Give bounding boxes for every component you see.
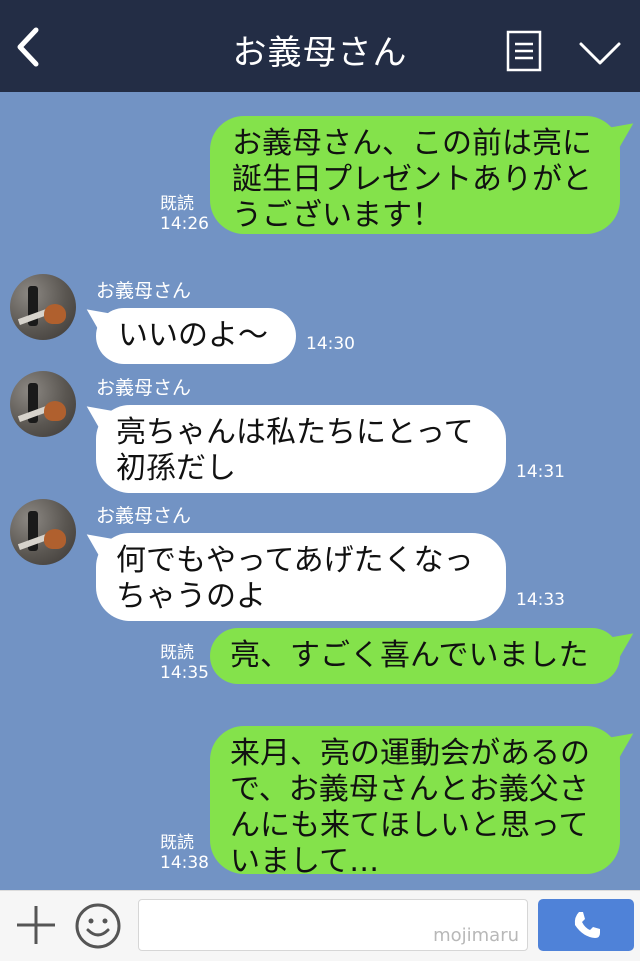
menu-lines-icon (506, 30, 542, 72)
message-time: 14:30 (306, 334, 355, 354)
their-message-bubble: 亮ちゃんは私たちにとって 初孫だし (96, 405, 506, 493)
read-label: 既読 (160, 643, 194, 663)
message-input[interactable]: mojimaru (138, 899, 528, 951)
add-button[interactable] (14, 903, 58, 947)
watermark: mojimaru (433, 925, 519, 946)
their-message-bubble: 何でもやってあげたくなっ ちゃうのよ (96, 533, 506, 621)
avatar[interactable] (10, 274, 76, 340)
read-receipt: 既読 14:26 (160, 194, 209, 234)
call-button[interactable] (538, 899, 634, 951)
sender-name: お義母さん (96, 377, 192, 399)
chat-header: お義母さん (0, 0, 640, 92)
avatar[interactable] (10, 371, 76, 437)
smiley-icon (75, 903, 121, 949)
message-time: 14:33 (516, 590, 565, 610)
read-receipt: 既読 14:38 (160, 833, 209, 873)
sender-name: お義母さん (96, 280, 192, 302)
chat-title: お義母さん (232, 33, 408, 73)
my-message-bubble: 来月、亮の運動会があるの で、お義母さんとお義父さ んにも来てほしいと思って い… (210, 726, 620, 879)
message-time: 14:26 (160, 214, 209, 234)
plus-icon (17, 906, 55, 944)
message-time: 14:31 (516, 462, 565, 482)
read-label: 既読 (160, 194, 194, 214)
my-message-bubble: お義母さん、この前は亮に 誕生日プレゼントありがと うございます！ (210, 116, 620, 234)
read-receipt: 既読 14:35 (160, 643, 209, 683)
message-time: 14:35 (160, 663, 209, 683)
read-label: 既読 (160, 833, 194, 853)
emoji-button[interactable] (74, 902, 122, 950)
chevron-down-icon (579, 42, 621, 65)
my-message-bubble: 亮、すごく喜んでいました (210, 628, 620, 684)
their-message-bubble: いいのよ〜 (96, 308, 296, 364)
avatar[interactable] (10, 499, 76, 565)
menu-button[interactable] (506, 30, 542, 72)
input-bar: mojimaru (0, 890, 640, 961)
expand-button[interactable] (578, 38, 622, 68)
message-time: 14:38 (160, 853, 209, 873)
phone-icon (574, 912, 600, 938)
sender-name: お義母さん (96, 505, 192, 527)
